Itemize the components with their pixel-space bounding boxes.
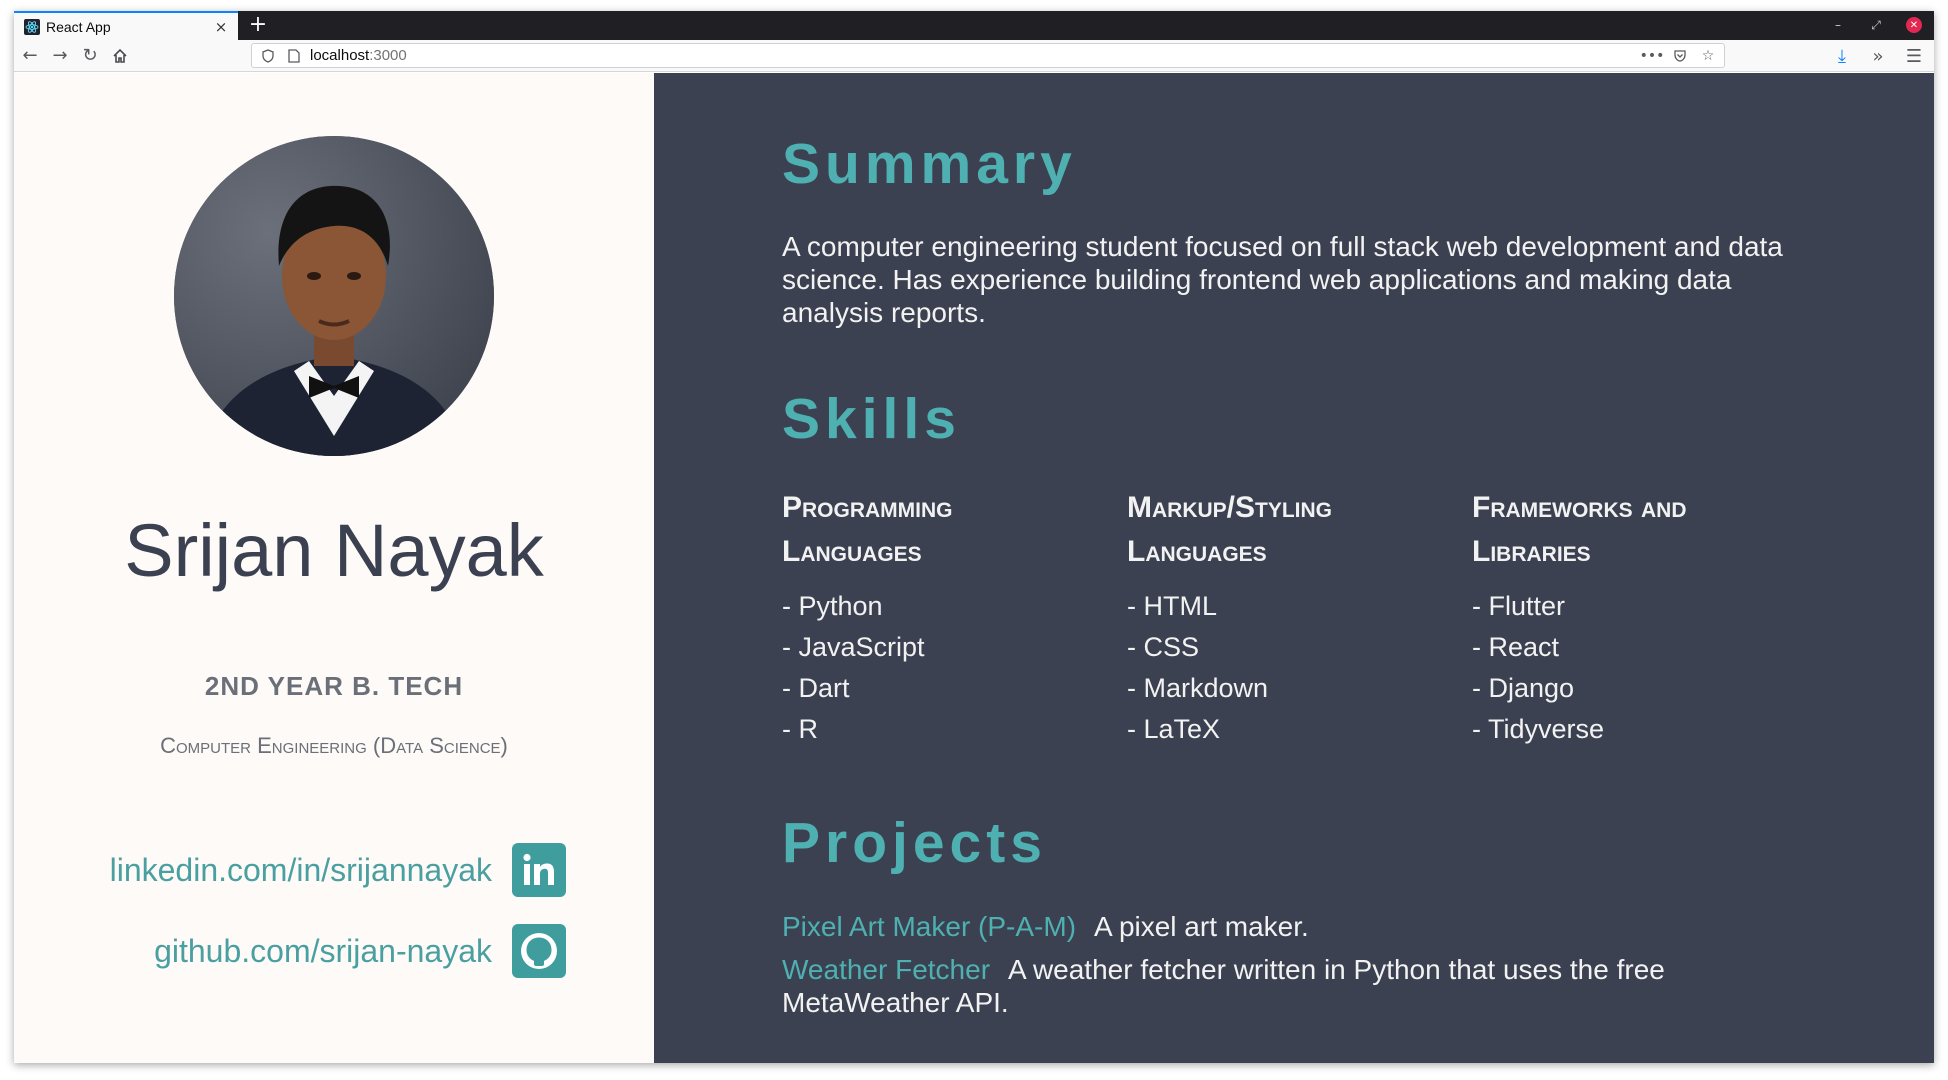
skill-list: - Flutter - React - Django - Tidyverse xyxy=(1472,586,1772,750)
project-link[interactable]: Pixel Art Maker (P-A-M) xyxy=(782,911,1076,942)
toolbar-right: ⤓ » ☰ xyxy=(1826,42,1928,70)
profile-panel: Srijan Nayak 2ND YEAR B. TECH Computer E… xyxy=(14,73,654,1063)
browser-window: React App × + – ⤢ ✕ ← → ↻ localhost:3000… xyxy=(14,11,1934,1063)
reload-icon[interactable]: ↻ xyxy=(76,42,104,70)
skill-list: - Python - JavaScript - Dart - R xyxy=(782,586,1082,750)
url-text[interactable]: localhost:3000 xyxy=(310,47,407,64)
page-content: Srijan Nayak 2ND YEAR B. TECH Computer E… xyxy=(14,73,1934,1063)
skill-column-title: Markup/Styling Languages xyxy=(1127,491,1333,568)
pocket-icon[interactable] xyxy=(1670,46,1690,66)
summary-text: A computer engineering student focused o… xyxy=(782,231,1783,328)
skills-heading: Skills xyxy=(782,387,961,451)
profile-department: Computer Engineering (Data Science) xyxy=(160,733,508,758)
downloads-icon[interactable]: ⤓ xyxy=(1828,42,1856,70)
project-item: Pixel Art Maker (P-A-M) A pixel art maker… xyxy=(782,910,1832,943)
github-link[interactable]: github.com/srijan-nayak xyxy=(154,933,492,970)
more-actions-icon[interactable]: ••• xyxy=(1640,46,1665,66)
forward-icon[interactable]: → xyxy=(46,42,74,70)
profile-year: 2ND YEAR B. TECH xyxy=(204,671,464,701)
linkedin-icon[interactable] xyxy=(512,843,566,897)
skill-item: - Tidyverse xyxy=(1472,714,1605,744)
skill-column-programming: Programming Languages - Python - JavaScr… xyxy=(782,486,1082,750)
skill-item: - React xyxy=(1472,632,1560,662)
profile-photo xyxy=(174,136,494,456)
linkedin-link[interactable]: linkedin.com/in/srijannayak xyxy=(110,852,492,889)
github-icon[interactable] xyxy=(512,924,566,978)
overflow-chevron-icon[interactable]: » xyxy=(1864,42,1892,70)
shield-icon[interactable] xyxy=(258,46,278,66)
content-panel: Summary A computer engineering student f… xyxy=(654,73,1934,1063)
skill-item: - R xyxy=(782,714,818,744)
url-actions: ••• ☆ xyxy=(1640,46,1718,66)
skill-column-title: Frameworks and Libraries xyxy=(1472,491,1687,568)
project-item: Weather Fetcher A weather fetcher written… xyxy=(782,953,1832,1019)
restore-icon[interactable]: ⤢ xyxy=(1868,17,1884,33)
skill-item: - Markdown xyxy=(1127,673,1269,703)
back-icon[interactable]: ← xyxy=(16,42,44,70)
github-row: github.com/srijan-nayak xyxy=(154,924,566,978)
tab-react-app[interactable]: React App × xyxy=(14,11,238,40)
window-controls: – ⤢ ✕ xyxy=(1830,17,1922,33)
skill-column-title: Programming Languages xyxy=(782,491,953,568)
project-link[interactable]: Weather Fetcher xyxy=(782,954,990,985)
close-tab-icon[interactable]: × xyxy=(210,16,232,38)
minimize-icon[interactable]: – xyxy=(1830,17,1846,33)
bookmark-star-icon[interactable]: ☆ xyxy=(1698,46,1718,66)
home-icon[interactable] xyxy=(106,42,134,70)
profile-name: Srijan Nayak xyxy=(124,509,544,592)
new-tab-button[interactable]: + xyxy=(246,14,270,38)
skill-item: - Python xyxy=(782,591,883,621)
projects-heading: Projects xyxy=(782,811,1047,875)
skill-item: - Django xyxy=(1472,673,1575,703)
close-window-icon[interactable]: ✕ xyxy=(1906,17,1922,33)
skill-column-markup: Markup/Styling Languages - HTML - CSS - … xyxy=(1127,486,1427,750)
skill-item: - JavaScript xyxy=(782,632,925,662)
projects-list: Pixel Art Maker (P-A-M) A pixel art maker… xyxy=(782,910,1832,1029)
skill-item: - HTML xyxy=(1127,591,1217,621)
navigation-bar: ← → ↻ localhost:3000 ••• ☆ ⤓ » ☰ xyxy=(14,40,1934,72)
page-info-icon[interactable] xyxy=(284,46,304,66)
url-port: :3000 xyxy=(369,47,407,64)
url-host: localhost xyxy=(310,47,370,64)
skill-column-frameworks: Frameworks and Libraries - Flutter - Rea… xyxy=(1472,486,1772,750)
tab-title: React App xyxy=(46,18,111,35)
skill-item: - Dart xyxy=(782,673,850,703)
tab-strip: React App × + – ⤢ ✕ xyxy=(14,11,1934,40)
project-description: A pixel art maker. xyxy=(1094,911,1309,942)
skill-list: - HTML - CSS - Markdown - LaTeX xyxy=(1127,586,1427,750)
skill-item: - CSS xyxy=(1127,632,1200,662)
skill-item: - LaTeX xyxy=(1127,714,1221,744)
summary-heading: Summary xyxy=(782,132,1077,196)
menu-icon[interactable]: ☰ xyxy=(1900,42,1928,70)
linkedin-row: linkedin.com/in/srijannayak xyxy=(110,843,566,897)
address-bar[interactable]: localhost:3000 ••• ☆ xyxy=(251,43,1725,68)
react-favicon-icon xyxy=(24,18,40,35)
skill-item: - Flutter xyxy=(1472,591,1566,621)
